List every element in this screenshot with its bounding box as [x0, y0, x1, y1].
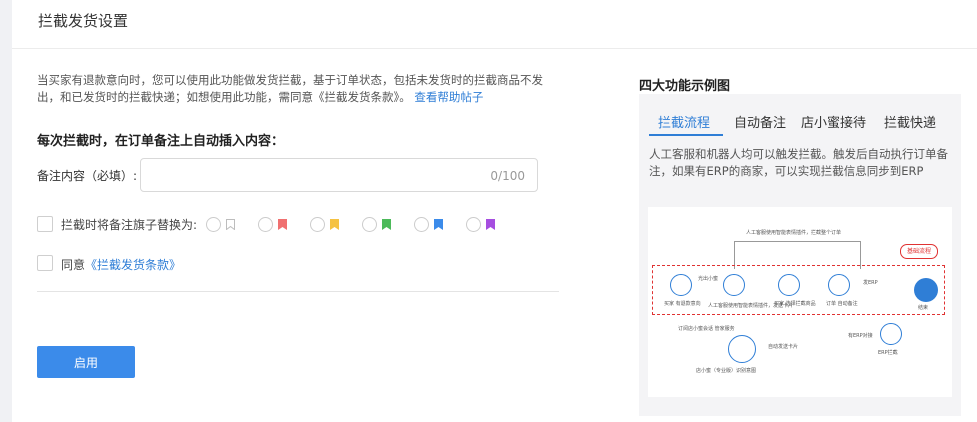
erp-node-label: ERP拦截 [878, 350, 898, 356]
section-title: 每次拦截时，在订单备注上自动插入内容： [37, 134, 285, 149]
flag-option-red[interactable] [258, 216, 298, 234]
red-flag-icon [278, 219, 287, 230]
main-panel: 拦截发货设置 当买家有退款意向时，您可以使用此功能做发货拦截，基于订单状态，包括… [12, 0, 977, 422]
sidebar-description: 人工客服和机器人均可以触发拦截。触发后自动执行订单备注，如果有ERP的商家，可以… [649, 147, 948, 178]
radio-button[interactable] [258, 217, 273, 232]
remark-field-label: 备注内容（必填）: [37, 169, 138, 183]
tab-bot-reception[interactable]: 店小蜜接待 [801, 112, 866, 131]
flow-diagram: 基础流程 人工客服使用智能表情插件，拦截整个订单 光出小蜜 发ERP 买家 有退… [648, 207, 952, 397]
auto-card-label: 自动发送卡片 [768, 344, 799, 350]
remark-input-wrapper: 0/100 [140, 158, 538, 192]
flag-option-purple[interactable] [466, 216, 506, 234]
divider [37, 291, 559, 292]
help-link[interactable]: 查看帮助帖子 [414, 90, 483, 104]
erp-gear-icon [880, 323, 902, 345]
buyer-node-icon [670, 274, 692, 296]
radio-button[interactable] [414, 217, 429, 232]
purple-flag-icon [486, 219, 495, 230]
node-buyer-label: 买家 有退款意向 [664, 301, 701, 307]
flag-replace-label: 拦截时将备注旗子替换为: [61, 218, 198, 232]
bot-avatar-icon [728, 335, 756, 363]
radio-button[interactable] [466, 217, 481, 232]
page-title: 拦截发货设置 [38, 12, 129, 30]
feature-demo-panel: 拦截流程 自动备注 店小蜜接待 拦截快递 人工客服和机器人均可以触发拦截。触发后… [639, 94, 961, 416]
auto-remark-node-icon [828, 274, 850, 296]
blue-flag-icon [434, 219, 443, 230]
gray-flag-icon [226, 219, 235, 230]
feature-description: 当买家有退款意向时，您可以使用此功能做发货拦截，基于订单状态，包括未发货时的拦截… [37, 72, 562, 106]
end-check-icon [914, 278, 938, 302]
node-end-label: 结束 [918, 305, 929, 311]
char-counter: 0/100 [490, 169, 525, 183]
support-node-icon [723, 274, 745, 296]
flag-option-green[interactable] [362, 216, 402, 234]
node-remark-label: 订单 自动备注 [826, 301, 858, 307]
tab-intercept-express[interactable]: 拦截快递 [884, 112, 936, 131]
flag-option-blue[interactable] [414, 216, 454, 234]
has-erp-label: 有ERP对接 [848, 333, 873, 339]
enable-button[interactable]: 启用 [37, 346, 135, 378]
tab-auto-remark[interactable]: 自动备注 [734, 112, 786, 131]
agree-row: 同意《拦截发货条款》 [61, 256, 181, 273]
diagram-top-note: 人工客服使用智能表情插件，拦截整个订单 [746, 230, 842, 236]
diagram-tooltip: 光出小蜜 [698, 276, 719, 282]
active-tab-indicator [649, 134, 723, 136]
feature-tabs: 拦截流程 自动备注 店小蜜接待 拦截快递 [639, 112, 961, 136]
bot-subscription-note: 订阅店小蜜会话 管家服务 [678, 326, 735, 332]
remark-input[interactable] [149, 165, 473, 187]
flag-option-gray[interactable] [206, 216, 246, 234]
select-item-node-icon [778, 274, 800, 296]
flag-option-yellow[interactable] [310, 216, 350, 234]
radio-button[interactable] [362, 217, 377, 232]
terms-link[interactable]: 《拦截发货条款》 [85, 258, 181, 272]
flag-replace-checkbox[interactable] [37, 216, 53, 232]
top-connector [734, 241, 860, 242]
bot-label: 店小蜜（专业版）识别意图 [696, 368, 757, 374]
sidebar-title: 四大功能示例图 [639, 79, 731, 94]
tab-intercept-flow[interactable]: 拦截流程 [658, 112, 710, 131]
page-header: 拦截发货设置 [12, 0, 977, 49]
yellow-flag-icon [330, 219, 339, 230]
erp-sync-label: 发ERP [863, 280, 878, 286]
agree-label: 同意 [61, 258, 86, 272]
radio-button[interactable] [310, 217, 325, 232]
green-flag-icon [382, 219, 391, 230]
node-select-label: 买家 选择拦截商品 [774, 301, 816, 307]
agree-checkbox[interactable] [37, 255, 53, 271]
basic-flow-tag: 基础流程 [900, 244, 938, 259]
radio-button[interactable] [206, 217, 221, 232]
